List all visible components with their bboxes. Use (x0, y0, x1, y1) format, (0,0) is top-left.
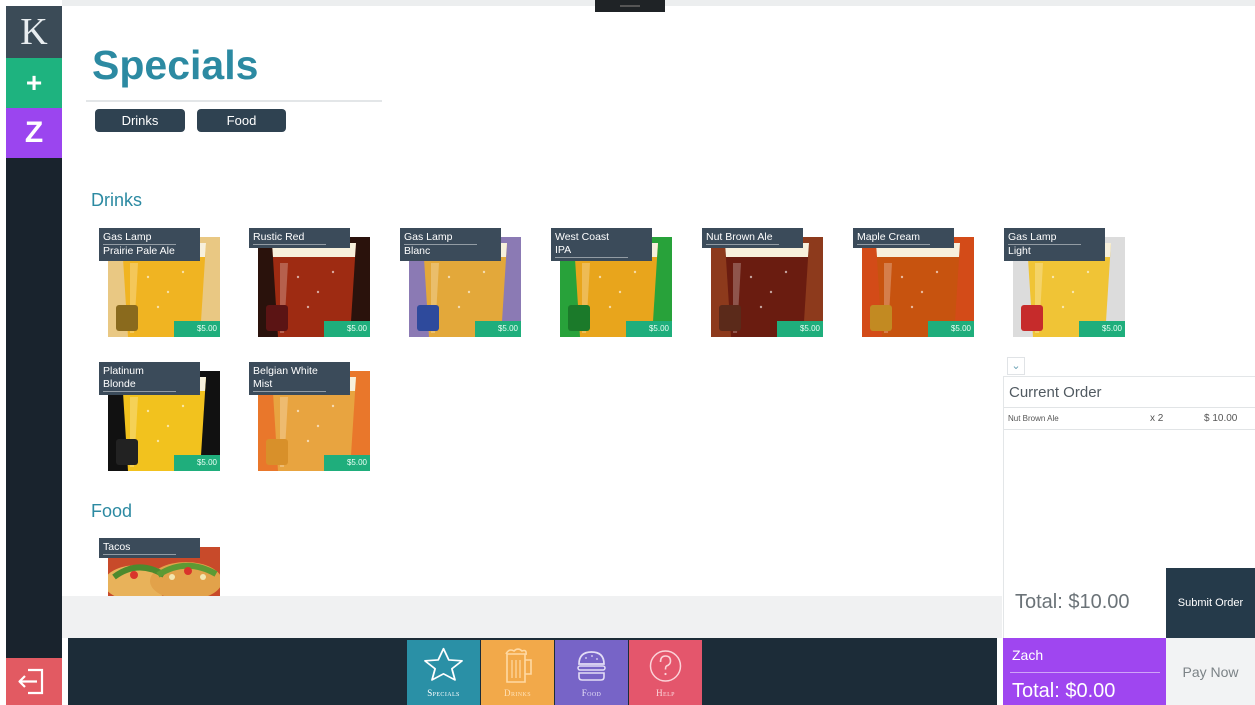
filter-food-button[interactable]: Food (197, 109, 286, 132)
item-price: $5.00 (324, 455, 370, 471)
item-name: West Coast IPA (555, 231, 628, 258)
item-name: Rustic Red (253, 231, 326, 245)
left-rail: K + Z (6, 6, 62, 705)
item-price: $5.00 (777, 321, 823, 337)
item-name: Gas Lamp (404, 231, 477, 245)
user-name: Zach (1012, 647, 1044, 663)
filter-drinks-button[interactable]: Drinks (95, 109, 185, 132)
item-name-tag: Nut Brown Ale (702, 228, 803, 248)
menu-item-tile[interactable]: Gas Lamp Blanc $5.00 (400, 228, 521, 337)
item-name-tag: Gas Lamp Light (1004, 228, 1105, 261)
item-name-tag: Platinum Blonde (99, 362, 200, 395)
order-item-price: $ 10.00 (1204, 413, 1238, 424)
brewery-logo (116, 305, 138, 331)
brewery-logo (719, 305, 741, 331)
item-name-tag: Gas Lamp Prairie Pale Ale (99, 228, 200, 261)
item-name-line2: Light (1008, 245, 1031, 257)
question-icon (649, 650, 682, 682)
item-name: Platinum Blonde (103, 365, 176, 392)
order-total: Total: $10.00 (1015, 591, 1130, 613)
star-icon (424, 647, 463, 681)
submit-order-button[interactable]: Submit Order (1166, 568, 1255, 638)
menu-item-tile[interactable]: Platinum Blonde $5.00 (99, 362, 220, 471)
brewery-logo (417, 305, 439, 331)
item-name: Tacos (103, 541, 176, 555)
menu-item-tile[interactable]: Nut Brown Ale $5.00 (702, 228, 823, 337)
menu-item-tile[interactable]: Gas Lamp Light $5.00 (1004, 228, 1125, 337)
order-title: Current Order (1009, 384, 1102, 401)
nav-help-label: Help (656, 688, 675, 698)
menu-item-tile[interactable]: Tacos (99, 538, 220, 596)
menu-bottom-strip (62, 596, 1002, 638)
user-total: Total: $0.00 (1012, 680, 1116, 702)
brewery-logo (568, 305, 590, 331)
title-divider (86, 100, 382, 102)
item-name: Gas Lamp (1008, 231, 1081, 245)
menu-item-tile[interactable]: West Coast IPA $5.00 (551, 228, 672, 337)
menu-item-tile[interactable]: Maple Cream $5.00 (853, 228, 974, 337)
item-price: $5.00 (928, 321, 974, 337)
beer-mug-icon (505, 648, 532, 683)
order-item-name: Nut Brown Ale (1008, 414, 1059, 423)
item-name-tag: Belgian White Mist (249, 362, 350, 395)
user-divider (1010, 672, 1160, 673)
section-drinks-heading: Drinks (91, 190, 143, 210)
item-price: $5.00 (174, 455, 220, 471)
order-line-item[interactable]: Nut Brown Ale x 2 $ 10.00 (1004, 407, 1255, 430)
item-name-tag: Rustic Red (249, 228, 350, 248)
nav-drinks-label: Drinks (504, 688, 531, 698)
brewery-logo (116, 439, 138, 465)
exit-icon (18, 668, 44, 695)
user-tab-box[interactable]: Zach Total: $0.00 (1003, 638, 1166, 705)
burger-icon (577, 651, 606, 681)
brewery-logo (266, 305, 288, 331)
item-name-tag: Gas Lamp Blanc (400, 228, 501, 261)
brewery-logo (1021, 305, 1043, 331)
item-name-tag: West Coast IPA (551, 228, 652, 261)
nav-drinks-button[interactable]: Drinks (481, 640, 554, 705)
item-name-tag: Maple Cream (853, 228, 954, 248)
collapse-order-button[interactable]: ⌄ (1007, 357, 1025, 375)
item-name-tag: Tacos (99, 538, 200, 558)
item-name: Maple Cream (857, 231, 930, 245)
brewery-logo (870, 305, 892, 331)
brewery-logo (266, 439, 288, 465)
page-title: Specials (92, 42, 259, 88)
ordering-app: K + Z Specials Drinks Food Drinks Gas La… (0, 0, 1255, 705)
item-name: Belgian White Mist (253, 365, 326, 392)
menu-item-tile[interactable]: Rustic Red $5.00 (249, 228, 370, 337)
item-price: $5.00 (626, 321, 672, 337)
user-avatar-button[interactable]: Z (6, 108, 62, 158)
pay-now-button[interactable]: Pay Now (1166, 638, 1255, 705)
menu-item-tile[interactable]: Belgian White Mist $5.00 (249, 362, 370, 471)
item-name: Nut Brown Ale (706, 231, 779, 245)
section-food-heading: Food (91, 501, 133, 521)
item-name: Gas Lamp (103, 231, 176, 245)
nav-specials-button[interactable]: Specials (407, 640, 480, 705)
nav-specials-label: Specials (427, 688, 460, 698)
order-item-qty: x 2 (1150, 413, 1164, 424)
item-price: $5.00 (324, 321, 370, 337)
add-button[interactable]: + (6, 58, 62, 108)
item-name-line2: Prairie Pale Ale (103, 245, 175, 257)
nav-food-label: Food (581, 688, 602, 698)
exit-button[interactable] (6, 658, 62, 705)
item-price: $5.00 (475, 321, 521, 337)
menu-item-tile[interactable]: Gas Lamp Prairie Pale Ale $5.00 (99, 228, 220, 337)
item-price: $5.00 (174, 321, 220, 337)
app-logo: K (6, 6, 62, 58)
item-price: $5.00 (1079, 321, 1125, 337)
item-name-line2: Blanc (404, 245, 431, 257)
nav-food-button[interactable]: Food (555, 640, 628, 705)
nav-help-button[interactable]: Help (629, 640, 702, 705)
